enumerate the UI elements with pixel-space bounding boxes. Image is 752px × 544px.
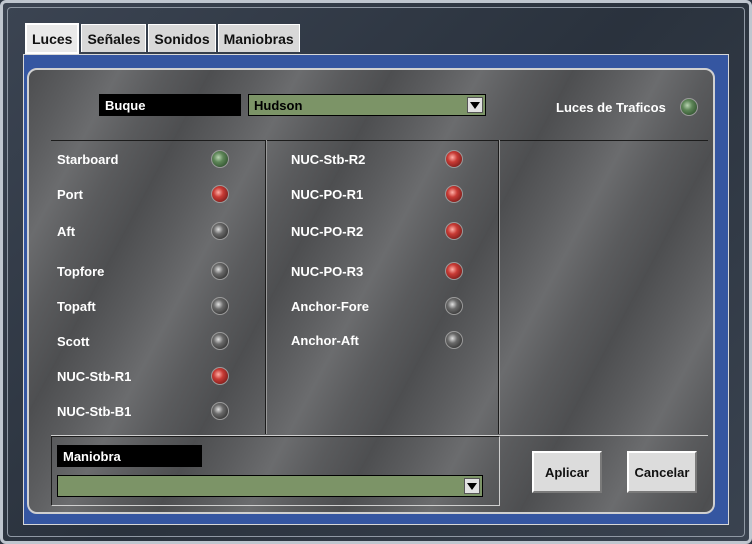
cancel-button[interactable]: Cancelar xyxy=(627,451,697,493)
tab-bar: Luces Señales Sonidos Maniobras xyxy=(25,23,300,54)
light-label-scott: Scott xyxy=(57,334,90,349)
light-label-aft: Aft xyxy=(57,224,76,239)
maniobra-select[interactable] xyxy=(57,475,483,497)
tab-sonidos[interactable]: Sonidos xyxy=(148,24,216,52)
light-label-nuc-po-r3: NUC-PO-R3 xyxy=(291,264,364,279)
tab-panel: Buque Hudson Luces de Traficos Starboard… xyxy=(23,54,729,525)
app-window: Luces Señales Sonidos Maniobras Buque Hu… xyxy=(0,0,752,544)
light-indicator-nuc-po-r2[interactable] xyxy=(445,222,463,240)
light-label-nuc-stb-r1: NUC-Stb-R1 xyxy=(57,369,132,384)
light-label-nuc-po-r2: NUC-PO-R2 xyxy=(291,224,364,239)
light-indicator-anchor-aft[interactable] xyxy=(445,331,463,349)
tab-maniobras[interactable]: Maniobras xyxy=(217,24,300,52)
lights-panel: Buque Hudson Luces de Traficos Starboard… xyxy=(27,68,715,514)
light-indicator-nuc-stb-r1[interactable] xyxy=(211,367,229,385)
light-label-port: Port xyxy=(57,187,83,202)
maniobra-label: Maniobra xyxy=(57,445,202,467)
light-label-anchor-aft: Anchor-Aft xyxy=(291,333,359,348)
tab-senales[interactable]: Señales xyxy=(81,24,147,52)
light-indicator-topfore[interactable] xyxy=(211,262,229,280)
light-indicator-nuc-po-r3[interactable] xyxy=(445,262,463,280)
light-indicator-topaft[interactable] xyxy=(211,297,229,315)
light-label-starboard: Starboard xyxy=(57,152,119,167)
light-indicator-starboard[interactable] xyxy=(211,150,229,168)
column-divider xyxy=(265,140,267,434)
light-label-nuc-stb-r2: NUC-Stb-R2 xyxy=(291,152,366,167)
apply-button[interactable]: Aplicar xyxy=(532,451,602,493)
tab-luces[interactable]: Luces xyxy=(25,23,80,54)
light-label-nuc-stb-b1: NUC-Stb-B1 xyxy=(57,404,132,419)
buque-label: Buque xyxy=(99,94,241,116)
light-label-topfore: Topfore xyxy=(57,264,105,279)
chevron-down-icon[interactable] xyxy=(467,97,483,113)
light-indicator-nuc-stb-r2[interactable] xyxy=(445,150,463,168)
light-indicator-aft[interactable] xyxy=(211,222,229,240)
buque-select-value: Hudson xyxy=(254,97,303,113)
column-divider xyxy=(498,140,500,434)
light-label-nuc-po-r1: NUC-PO-R1 xyxy=(291,187,364,202)
traffic-lights-label: Luces de Traficos xyxy=(556,100,666,115)
buque-select[interactable]: Hudson xyxy=(248,94,486,116)
light-indicator-port[interactable] xyxy=(211,185,229,203)
traffic-lights-indicator[interactable] xyxy=(680,98,698,116)
chevron-down-icon[interactable] xyxy=(464,478,480,494)
light-label-anchor-fore: Anchor-Fore xyxy=(291,299,369,314)
lights-grid xyxy=(51,140,708,436)
light-indicator-nuc-po-r1[interactable] xyxy=(445,185,463,203)
light-indicator-nuc-stb-b1[interactable] xyxy=(211,402,229,420)
light-indicator-anchor-fore[interactable] xyxy=(445,297,463,315)
light-indicator-scott[interactable] xyxy=(211,332,229,350)
light-label-topaft: Topaft xyxy=(57,299,96,314)
